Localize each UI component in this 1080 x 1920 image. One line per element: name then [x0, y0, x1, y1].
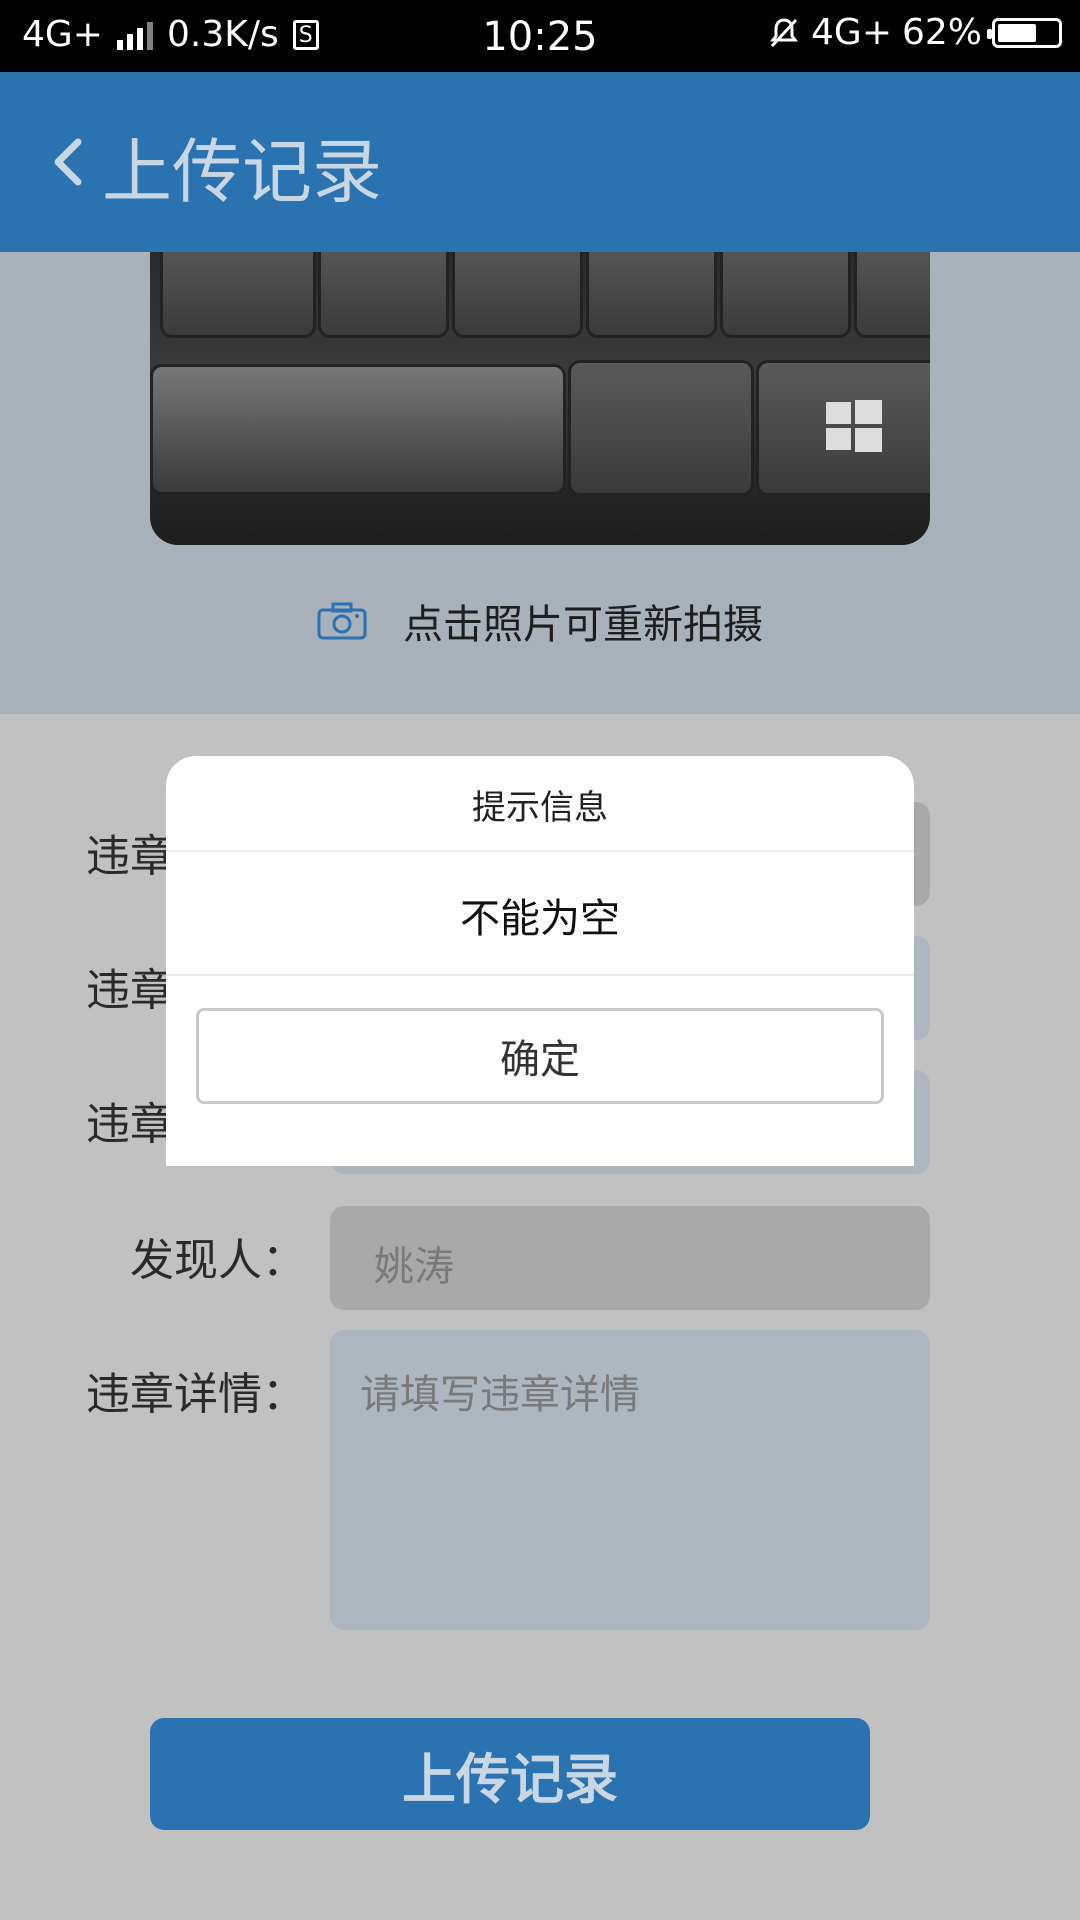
finder-field: 姚涛: [330, 1206, 930, 1310]
captured-photo[interactable]: [150, 252, 930, 545]
form-label-1: 违章: [86, 831, 174, 882]
retake-hint-row[interactable]: 点击照片可重新拍摄: [0, 592, 1080, 650]
network-type-right: 4G+: [811, 12, 892, 53]
confirm-button[interactable]: 确定: [196, 1008, 884, 1104]
details-placeholder: 请填写违章详情: [360, 1372, 640, 1418]
form-label-3: 违章: [86, 1099, 174, 1150]
back-chevron-icon[interactable]: [40, 132, 100, 192]
upload-record-button[interactable]: 上传记录: [150, 1718, 870, 1830]
battery-icon: [987, 17, 1062, 48]
battery-percent: 62%: [901, 12, 982, 53]
dialog-title: 提示信息: [472, 788, 608, 828]
finder-value: 姚涛: [374, 1244, 454, 1290]
retake-hint: 点击照片可重新拍摄: [403, 602, 763, 648]
details-textarea[interactable]: 请填写违章详情: [330, 1330, 930, 1630]
page-title: 上传记录: [102, 131, 382, 213]
dialog-message: 不能为空: [460, 896, 620, 942]
status-bar: 4G+ 0.3K/s S 10:25 4G+ 62%: [0, 0, 1080, 72]
app-header: 上传记录: [0, 72, 1080, 252]
finder-label: 发现人：: [130, 1235, 306, 1286]
form-label-2: 违章: [86, 965, 174, 1016]
alert-dialog: 提示信息 不能为空 确定: [166, 756, 914, 1166]
dialog-divider: [166, 974, 914, 976]
photo-section: 点击照片可重新拍摄: [0, 252, 1080, 714]
dialog-divider: [166, 850, 914, 852]
windows-logo-icon: [826, 400, 882, 452]
mute-bell-icon: [770, 17, 799, 47]
camera-icon: [317, 602, 367, 640]
details-label: 违章详情：: [86, 1369, 306, 1420]
